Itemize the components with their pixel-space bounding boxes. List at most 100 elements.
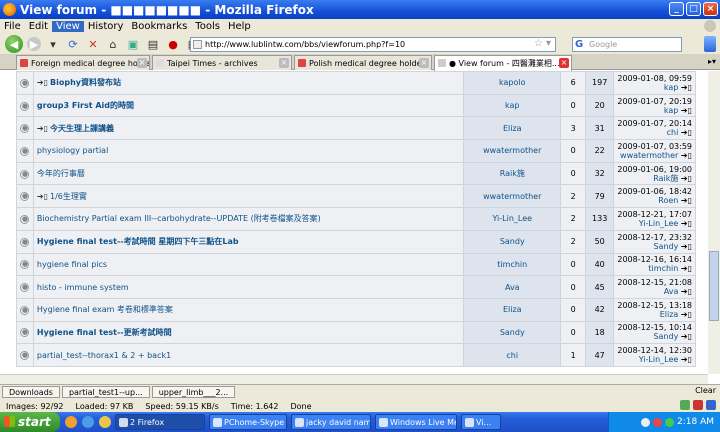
topic-title-link[interactable]: 今年的行事曆	[37, 169, 85, 178]
topic-title-link[interactable]: physiology partial	[37, 146, 108, 155]
last-post-user[interactable]: chi	[667, 128, 679, 137]
topic-author[interactable]: Eliza	[464, 298, 561, 321]
goto-last-post-icon[interactable]: ➔▯	[681, 310, 692, 319]
topic-author[interactable]: chi	[464, 344, 561, 366]
goto-last-post-icon[interactable]: ➔▯	[681, 264, 692, 273]
back-button[interactable]: ◀	[5, 35, 23, 53]
task-firefox[interactable]: 2 Firefox	[115, 414, 205, 430]
last-post-user[interactable]: Yi-Lin_Lee	[639, 219, 679, 228]
last-post-user[interactable]: wwatermother	[620, 151, 678, 160]
topic-author[interactable]: kapolo	[464, 72, 561, 94]
topic-title-link[interactable]: hygiene final pics	[37, 260, 107, 269]
screenshot-icon[interactable]: ▣	[125, 36, 141, 52]
last-post-user[interactable]: timchin	[648, 264, 678, 273]
goto-last-post-icon[interactable]: ➔▯	[681, 355, 692, 364]
goto-last-post-icon[interactable]: ➔▯	[681, 196, 692, 205]
address-bar[interactable]: http://www.lublintw.com/bbs/viewforum.ph…	[190, 37, 556, 52]
quicklaunch-folder-icon[interactable]	[99, 416, 111, 428]
home-button[interactable]: ⌂	[105, 36, 121, 52]
horizontal-scrollbar[interactable]	[0, 374, 708, 384]
last-post-user[interactable]: Eliza	[660, 310, 679, 319]
addon-icon[interactable]	[706, 400, 716, 410]
topic-author[interactable]: Sandy	[464, 321, 561, 344]
downloads-button[interactable]: Downloads	[2, 386, 60, 398]
topic-author[interactable]: wwatermother	[464, 140, 561, 162]
topic-title-link[interactable]: Hygiene final test--更新考試時間	[37, 328, 172, 337]
topic-author[interactable]: timchin	[464, 253, 561, 276]
topic-title-link[interactable]: Biophy資料發布站	[50, 78, 121, 87]
goto-last-post-icon[interactable]: ➔▯	[681, 151, 692, 160]
topic-title-link[interactable]: Biochemistry Partial exam III--carbohydr…	[37, 214, 321, 223]
goto-last-post-icon[interactable]: ➔▯	[681, 174, 692, 183]
topic-title-link[interactable]: Hygiene final test--考試時間 星期四下午三點在Lab	[37, 237, 239, 246]
goto-last-post-icon[interactable]: ➔▯	[681, 106, 692, 115]
last-post-user[interactable]: kap	[664, 106, 678, 115]
topic-author[interactable]: Raik施	[464, 162, 561, 185]
bookmark-star-icon[interactable]: ☆ ▾	[534, 38, 551, 49]
print-button[interactable]: ▤	[145, 36, 161, 52]
minimize-button[interactable]: _	[669, 2, 684, 16]
topic-author[interactable]: Yi-Lin_Lee	[464, 208, 561, 230]
start-button[interactable]: start	[0, 412, 60, 432]
topic-author[interactable]: Sandy	[464, 230, 561, 253]
extension-icon[interactable]	[704, 36, 716, 52]
download-item[interactable]: partial_test1--up...	[61, 386, 150, 398]
menu-help[interactable]: Help	[224, 21, 255, 32]
goto-last-post-icon[interactable]: ➔▯	[681, 83, 692, 92]
last-post-user[interactable]: Roen	[658, 196, 678, 205]
tab-taipei-times[interactable]: Taipei Times - archives ×	[152, 55, 292, 70]
clear-downloads-button[interactable]: Clear	[695, 386, 716, 395]
menu-file[interactable]: File	[0, 21, 25, 32]
forward-button[interactable]: ▶	[27, 37, 41, 51]
task-chat[interactable]: jacky david name...	[291, 414, 371, 430]
tray-icon[interactable]	[641, 417, 650, 427]
download-item[interactable]: upper_limb___2...	[151, 386, 236, 398]
topic-title-link[interactable]: 1/6生理實	[50, 192, 87, 201]
menu-view[interactable]: View	[52, 21, 84, 32]
task-skype[interactable]: PChome-Skype (...	[209, 414, 287, 430]
task-other[interactable]: Vi...	[461, 414, 501, 430]
goto-last-post-icon[interactable]: ➔▯	[681, 332, 692, 341]
goto-last-post-icon[interactable]: ➔▯	[681, 287, 692, 296]
topic-title-link[interactable]: histo - immune system	[37, 283, 129, 292]
goto-last-post-icon[interactable]: ➔▯	[681, 219, 692, 228]
task-windows-live[interactable]: Windows Live Me...	[375, 414, 457, 430]
goto-last-post-icon[interactable]: ➔▯	[681, 128, 692, 137]
addon-icon[interactable]	[680, 400, 690, 410]
dropdown-icon[interactable]: ▾	[45, 36, 61, 52]
stop-button[interactable]: ✕	[85, 36, 101, 52]
last-post-user[interactable]: Sandy	[653, 242, 678, 251]
menu-edit[interactable]: Edit	[25, 21, 52, 32]
tab-foreign-medical[interactable]: Foreign medical degree holders ... ×	[16, 55, 150, 70]
topic-author[interactable]: kap	[464, 94, 561, 117]
tab-close-icon[interactable]: ×	[279, 58, 289, 68]
reload-button[interactable]: ⟳	[65, 36, 81, 52]
topic-title-link[interactable]: 今天生理上課講義	[50, 124, 114, 133]
tab-close-icon[interactable]: ×	[137, 58, 147, 68]
maximize-button[interactable]: □	[686, 2, 701, 16]
quicklaunch-firefox-icon[interactable]	[65, 416, 77, 428]
adblock-icon[interactable]: ●	[165, 36, 181, 52]
last-post-user[interactable]: Raik施	[653, 174, 678, 183]
scroll-thumb[interactable]	[709, 251, 719, 321]
last-post-user[interactable]: Sandy	[653, 332, 678, 341]
menu-bookmarks[interactable]: Bookmarks	[127, 21, 191, 32]
tab-view-forum[interactable]: ● View forum - 四醫灘業相... ×	[434, 55, 572, 71]
tab-polish-medical[interactable]: Polish medical degree holders a... ×	[294, 55, 432, 70]
tray-icon[interactable]	[665, 417, 674, 427]
menu-tools[interactable]: Tools	[191, 21, 224, 32]
topic-author[interactable]: wwatermother	[464, 185, 561, 208]
topic-title-link[interactable]: partial_test--thorax1 & 2 + back1	[37, 351, 171, 360]
quicklaunch-ie-icon[interactable]	[82, 416, 94, 428]
tab-list-icon[interactable]: ▸▾	[708, 57, 716, 66]
vertical-scrollbar[interactable]	[708, 71, 720, 374]
tab-close-icon[interactable]: ×	[419, 58, 429, 68]
topic-title-link[interactable]: group3 First Aid的時間	[37, 101, 134, 110]
goto-last-post-icon[interactable]: ➔▯	[681, 242, 692, 251]
topic-author[interactable]: Ava	[464, 276, 561, 298]
search-input[interactable]: G Google	[572, 37, 682, 52]
close-button[interactable]: ×	[703, 2, 718, 16]
topic-title-link[interactable]: Hygiene final exam 考卷和標準答案	[37, 305, 173, 314]
tab-close-icon[interactable]: ×	[559, 58, 569, 68]
last-post-user[interactable]: Ava	[664, 287, 679, 296]
